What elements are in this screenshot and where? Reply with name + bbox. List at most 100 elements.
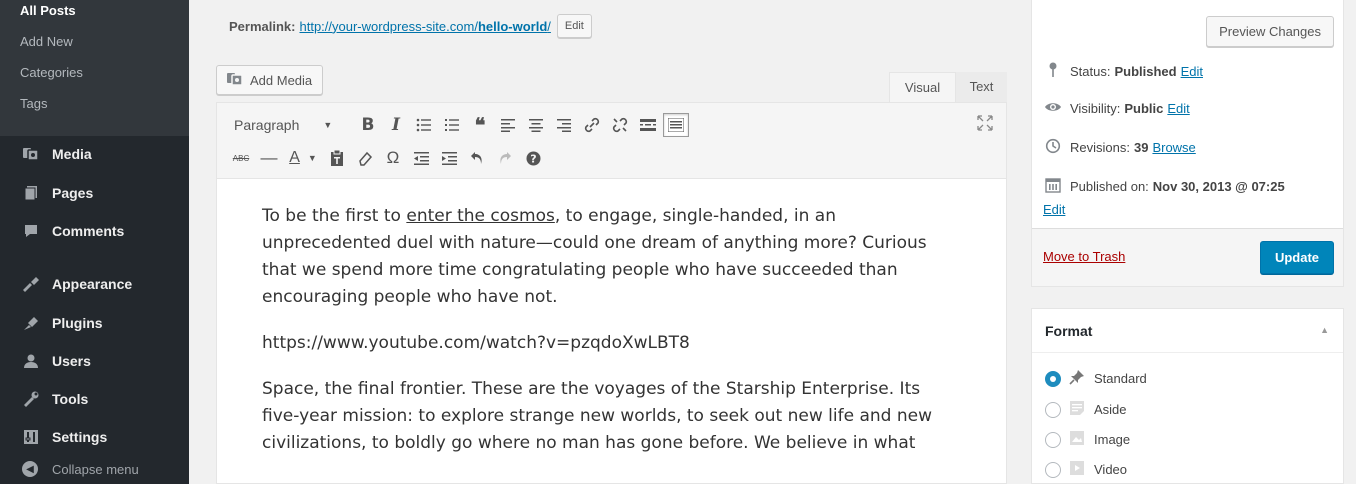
sidebar-item-media[interactable]: Media [0, 136, 189, 172]
content-link[interactable]: enter the cosmos [406, 206, 554, 226]
horizontal-line-button[interactable]: — [255, 144, 283, 172]
toolbar-row-2: ABC — A ▼ Ω ? [217, 143, 547, 173]
history-icon [1043, 138, 1063, 157]
insert-link-button[interactable] [578, 111, 606, 139]
permalink-link[interactable]: http://your-wordpress-site.com/hello-wor… [299, 19, 550, 34]
remove-link-button[interactable] [606, 111, 634, 139]
update-button[interactable]: Update [1259, 241, 1334, 274]
collapse-menu-label: Collapse menu [52, 461, 139, 477]
published-on-row: Published on: Nov 30, 2013 @ 07:25 [1043, 177, 1285, 196]
status-row: Status: Published Edit [1043, 62, 1203, 81]
italic-icon: I [392, 115, 400, 135]
italic-button[interactable]: I [382, 111, 410, 139]
publish-box: Preview Changes Status: Published Edit V… [1031, 0, 1344, 287]
undo-icon [471, 152, 482, 164]
paragraph-2: https://www.youtube.com/watch?v=pzqdoXwL… [262, 333, 690, 353]
permalink-label: Permalink: [229, 18, 296, 34]
link-icon [584, 117, 600, 133]
sidebar-item-comments[interactable]: Comments [0, 213, 189, 249]
sidebar-item-appearance[interactable]: Appearance [0, 266, 189, 302]
aside-icon [1069, 400, 1085, 419]
format-option-video[interactable]: Video [1045, 460, 1127, 479]
status-value: Published [1114, 64, 1177, 79]
submenu-item-all-posts[interactable]: All Posts [0, 4, 189, 26]
special-character-button[interactable]: Ω [379, 144, 407, 172]
radio-standard[interactable] [1045, 370, 1061, 387]
chevron-down-icon: ▼ [323, 120, 333, 130]
sidebar-item-plugins[interactable]: Plugins [0, 305, 189, 341]
sidebar-item-label: Appearance [52, 276, 133, 292]
help-button[interactable]: ? [519, 144, 547, 172]
visibility-edit-link[interactable]: Edit [1167, 101, 1189, 116]
indent-button[interactable] [435, 144, 463, 172]
paste-as-text-button[interactable] [323, 144, 351, 172]
format-option-image[interactable]: Image [1045, 430, 1130, 449]
toolbar-toggle-icon [663, 113, 689, 137]
clipboard-icon [331, 150, 343, 166]
blockquote-icon: ❝ [474, 113, 486, 137]
move-to-trash-link[interactable]: Move to Trash [1043, 249, 1125, 264]
revisions-browse-link[interactable]: Browse [1152, 140, 1195, 155]
bold-button[interactable]: B [354, 111, 382, 139]
indent-icon [441, 152, 457, 165]
calendar-icon [1043, 177, 1063, 196]
chevron-up-icon[interactable]: ▲ [1320, 325, 1329, 335]
redo-button[interactable] [491, 144, 519, 172]
format-option-standard[interactable]: Standard [1045, 369, 1147, 388]
svg-text:?: ? [530, 152, 536, 165]
eraser-icon [358, 151, 372, 166]
sidebar-item-users[interactable]: Users [0, 343, 189, 379]
collapse-menu-button[interactable]: ◀ Collapse menu [0, 455, 189, 483]
tools-icon [20, 391, 42, 407]
bold-icon: B [361, 115, 375, 135]
image-icon [1069, 430, 1085, 449]
visibility-row: Visibility: Public Edit [1043, 100, 1190, 116]
status-edit-link[interactable]: Edit [1181, 64, 1203, 79]
sidebar-item-label: Pages [52, 185, 94, 201]
clear-formatting-button[interactable] [351, 144, 379, 172]
format-box-header[interactable]: Format ▲ [1032, 309, 1343, 353]
radio-video[interactable] [1045, 461, 1061, 478]
permalink-edit-button[interactable]: Edit [556, 14, 592, 38]
format-select[interactable]: Paragraph ▼ [234, 111, 354, 139]
radio-aside[interactable] [1045, 401, 1061, 418]
blockquote-button[interactable]: ❝ [466, 111, 494, 139]
posts-submenu: All Posts Add New Categories Tags [0, 0, 189, 136]
tab-visual[interactable]: Visual [889, 72, 956, 102]
toolbar-toggle-button[interactable] [662, 111, 690, 139]
add-media-button[interactable]: Add Media [216, 65, 324, 95]
sidebar-item-pages[interactable]: Pages [0, 175, 189, 211]
undo-button[interactable] [463, 144, 491, 172]
fullscreen-button[interactable] [974, 112, 996, 134]
preview-changes-button[interactable]: Preview Changes [1206, 16, 1334, 47]
sidebar-item-label: Users [52, 353, 91, 369]
strikethrough-icon: ABC [232, 153, 250, 163]
strikethrough-button[interactable]: ABC [227, 144, 255, 172]
editor-content[interactable]: To be the first to enter the cosmos, to … [262, 203, 942, 476]
help-icon: ? [526, 151, 540, 165]
sidebar-item-label: Plugins [52, 315, 103, 331]
numbered-list-button[interactable] [438, 111, 466, 139]
submenu-item-tags[interactable]: Tags [0, 88, 189, 119]
published-edit-link[interactable]: Edit [1043, 202, 1065, 217]
chevron-down-icon: ▼ [307, 153, 317, 163]
outdent-button[interactable] [407, 144, 435, 172]
bullet-list-button[interactable] [410, 111, 438, 139]
text-color-button[interactable]: A ▼ [283, 144, 323, 172]
align-left-button[interactable] [494, 111, 522, 139]
editor-toolbar: Paragraph ▼ B I ❝ ABC — A ▼ Ω ? [217, 103, 1006, 179]
eye-icon [1043, 100, 1063, 116]
sidebar-item-settings[interactable]: Settings [0, 419, 189, 455]
bullet-list-icon [416, 118, 431, 132]
submenu-item-add-new[interactable]: Add New [0, 26, 189, 57]
sidebar-item-label: Settings [52, 429, 108, 445]
submenu-item-categories[interactable]: Categories [0, 57, 189, 88]
sidebar-item-tools[interactable]: Tools [0, 381, 189, 417]
align-right-button[interactable] [550, 111, 578, 139]
read-more-button[interactable] [634, 111, 662, 139]
radio-image[interactable] [1045, 431, 1061, 448]
tab-text[interactable]: Text [956, 72, 1007, 102]
align-center-button[interactable] [522, 111, 550, 139]
format-option-aside[interactable]: Aside [1045, 400, 1127, 419]
sidebar-item-label: Tools [52, 391, 89, 407]
